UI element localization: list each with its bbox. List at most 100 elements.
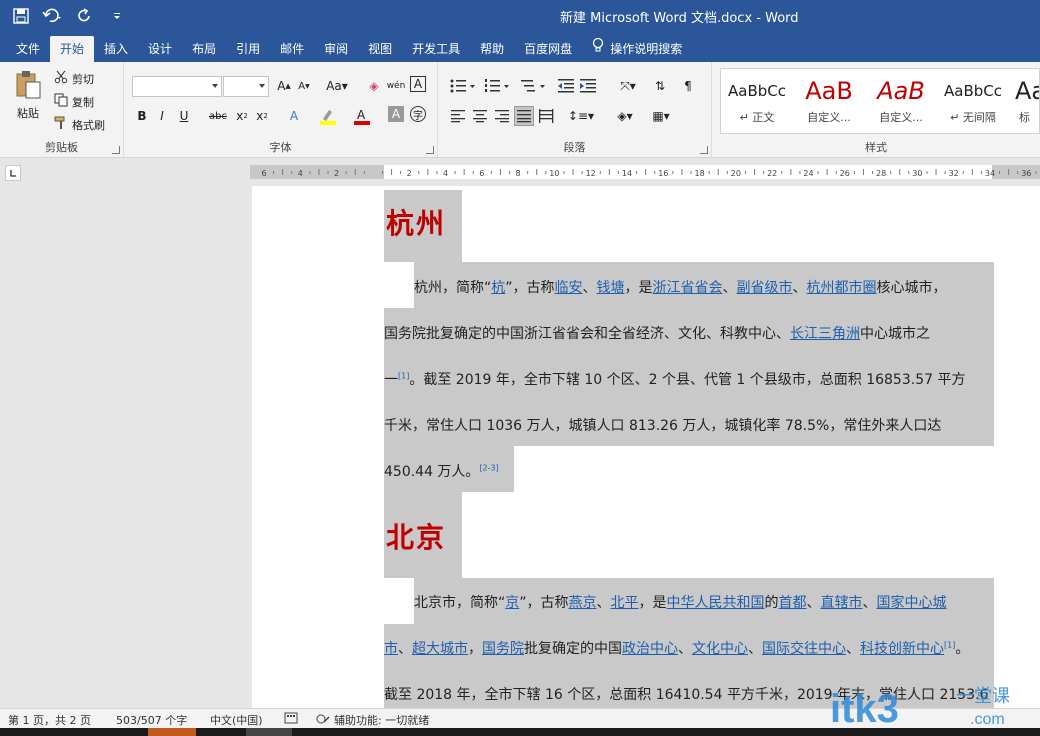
link[interactable]: 超大城市 [412, 641, 468, 657]
change-case-icon[interactable]: Aa▾ [322, 76, 352, 96]
tab-selector[interactable] [5, 165, 21, 181]
ruler-tick [617, 171, 619, 174]
citation[interactable]: [1] [398, 371, 409, 380]
link[interactable]: 国际交往中心 [762, 641, 846, 657]
undo-icon[interactable] [42, 5, 64, 27]
ruler-tick [690, 171, 692, 174]
link[interactable]: 京 [505, 595, 519, 611]
character-border-icon[interactable]: A [410, 76, 426, 92]
link[interactable]: 市 [384, 641, 398, 657]
link[interactable]: 首都 [779, 595, 807, 611]
link[interactable]: 长江三角洲 [790, 326, 860, 342]
tab-help[interactable]: 帮助 [470, 36, 514, 62]
link[interactable]: 文化中心 [692, 641, 748, 657]
ribbon-tabs: 文件 开始 插入 设计 布局 引用 邮件 审阅 视图 开发工具 帮助 百度网盘 … [0, 33, 1040, 62]
taskbar-app[interactable] [246, 728, 292, 736]
citation[interactable]: [2-3] [479, 463, 498, 472]
format-painter-button[interactable]: 格式刷 [54, 116, 105, 133]
bullets-icon[interactable] [448, 76, 478, 96]
tab-view[interactable]: 视图 [358, 36, 402, 62]
text-effects-icon[interactable]: A [284, 106, 304, 126]
ruler-label: 18 [695, 169, 705, 178]
multilevel-list-icon[interactable] [518, 76, 548, 96]
link[interactable]: 杭州都市圈 [807, 280, 877, 296]
macro-record-icon[interactable] [284, 712, 298, 727]
link[interactable]: 杭 [491, 280, 505, 296]
shading-icon[interactable]: ◈▾ [610, 106, 640, 126]
clear-formatting-icon[interactable]: ◈ [364, 76, 384, 96]
line-spacing-icon[interactable]: ↕≡▾ [566, 106, 596, 126]
font-color-icon[interactable]: A [352, 106, 372, 126]
justify-icon[interactable] [514, 106, 534, 126]
taskbar-app[interactable] [148, 728, 196, 736]
subscript-icon[interactable]: x2 [232, 106, 252, 126]
copy-button[interactable]: 复制 [54, 93, 94, 110]
tab-design[interactable]: 设计 [138, 36, 182, 62]
character-shading-icon[interactable]: A [388, 106, 404, 122]
chinese-layout-icon[interactable]: ⤧▾ [614, 76, 642, 96]
align-left-icon[interactable] [448, 106, 468, 126]
clipboard-launcher-icon[interactable] [112, 146, 120, 154]
paragraph-launcher-icon[interactable] [700, 146, 708, 154]
enclose-characters-icon[interactable]: 字 [410, 106, 426, 122]
strikethrough-icon[interactable]: abc [208, 106, 228, 126]
link[interactable]: 中华人民共和国 [667, 595, 765, 611]
horizontal-ruler[interactable]: 6 4 2 2 4 6 8 10 12 14 16 18 20 22 24 26 28 30 32 34 36 [250, 165, 1040, 179]
link[interactable]: 国务院 [482, 641, 524, 657]
tab-file[interactable]: 文件 [6, 36, 50, 62]
font-name-combo[interactable] [132, 76, 222, 97]
phonetic-guide-icon[interactable]: wén [386, 76, 406, 96]
tab-insert[interactable]: 插入 [94, 36, 138, 62]
italic-icon[interactable]: I [152, 106, 172, 126]
word-count[interactable]: 503/507 个字 [116, 712, 187, 728]
sort-icon[interactable]: ⇅ [650, 76, 670, 96]
link[interactable]: 科技创新中心 [860, 641, 944, 657]
distributed-icon[interactable] [536, 106, 556, 126]
highlight-color-icon[interactable] [318, 106, 338, 126]
tab-references[interactable]: 引用 [226, 36, 270, 62]
ruler-label: 32 [949, 169, 959, 178]
bold-icon[interactable]: B [132, 106, 152, 126]
link[interactable]: 国家中心城 [877, 595, 947, 611]
redo-icon[interactable] [74, 5, 96, 27]
link[interactable]: 钱塘 [597, 280, 625, 296]
link[interactable]: 副省级市 [737, 280, 793, 296]
align-right-icon[interactable] [492, 106, 512, 126]
citation[interactable]: [1] [944, 640, 955, 649]
align-center-icon[interactable] [470, 106, 490, 126]
page-count[interactable]: 第 1 页，共 2 页 [8, 712, 91, 728]
link[interactable]: 燕京 [569, 595, 597, 611]
link[interactable]: 临安 [555, 280, 583, 296]
link[interactable]: 北平 [611, 595, 639, 611]
tab-developer[interactable]: 开发工具 [402, 36, 470, 62]
shrink-font-icon[interactable]: A ▼ [294, 76, 314, 96]
font-size-combo[interactable] [223, 76, 269, 97]
customize-qat-icon[interactable] [106, 5, 128, 27]
font-launcher-icon[interactable] [426, 146, 434, 154]
grow-font-icon[interactable]: A ▲ [274, 76, 294, 96]
borders-icon[interactable]: ▦▾ [646, 106, 676, 126]
link[interactable]: 浙江省省会 [653, 280, 723, 296]
tab-mailings[interactable]: 邮件 [270, 36, 314, 62]
underline-icon[interactable]: U [174, 106, 194, 126]
language-indicator[interactable]: 中文(中国) [210, 712, 263, 728]
document-canvas[interactable]: 杭州 杭州，简称“杭”，古称临安、钱塘，是浙江省省会、副省级市、杭州都市圈核心城… [0, 186, 1040, 708]
superscript-icon[interactable]: x2 [252, 106, 272, 126]
link[interactable]: 政治中心 [622, 641, 678, 657]
tab-home[interactable]: 开始 [50, 36, 95, 62]
paste-button[interactable]: 粘贴 [14, 70, 42, 121]
tab-baidu-netdisk[interactable]: 百度网盘 [514, 36, 582, 62]
numbering-icon[interactable] [482, 76, 512, 96]
save-icon[interactable] [10, 5, 32, 27]
increase-indent-icon[interactable] [578, 76, 598, 96]
tab-layout[interactable]: 布局 [182, 36, 226, 62]
tab-review[interactable]: 审阅 [314, 36, 358, 62]
cut-button[interactable]: 剪切 [54, 70, 94, 87]
tell-me-search[interactable]: 操作说明搜索 [582, 36, 692, 62]
decrease-indent-icon[interactable] [556, 76, 576, 96]
accessibility-status[interactable]: 辅助功能: 一切就绪 [316, 712, 429, 728]
ruler-tick [436, 171, 438, 174]
link[interactable]: 直辖市 [821, 595, 863, 611]
show-formatting-marks-icon[interactable]: ¶ [678, 76, 698, 96]
document-page[interactable]: 杭州 杭州，简称“杭”，古称临安、钱塘，是浙江省省会、副省级市、杭州都市圈核心城… [252, 186, 1040, 708]
